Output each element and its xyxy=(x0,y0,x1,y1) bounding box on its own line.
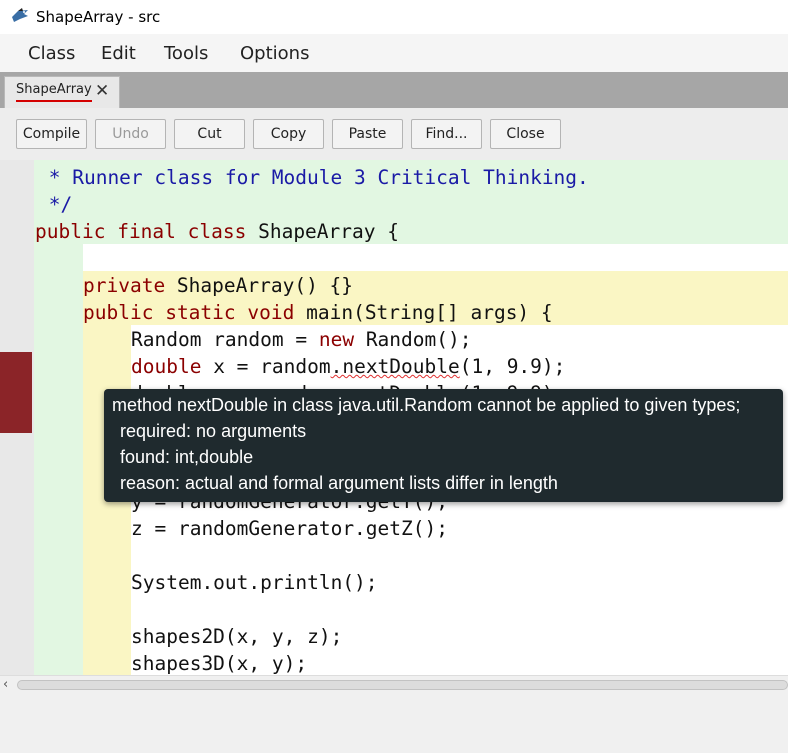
menu-tools[interactable]: Tools xyxy=(164,43,208,64)
code-line-get-z: z = randomGenerator.getZ(); xyxy=(131,517,448,540)
code-line-shapes3d: shapes3D(x, y); xyxy=(131,652,308,675)
tab-strip: ShapeArray ✕ xyxy=(0,72,788,108)
window-title: ShapeArray - src xyxy=(36,8,161,26)
menu-edit[interactable]: Edit xyxy=(101,43,136,64)
tooltip-found: found: int,double xyxy=(120,447,254,467)
tab-label: ShapeArray xyxy=(16,82,92,102)
tooltip-reason: reason: actual and formal argument lists… xyxy=(120,473,558,493)
code-line-main-decl: public static void main(String[] args) { xyxy=(83,301,553,324)
tooltip-required: required: no arguments xyxy=(120,421,307,441)
status-area xyxy=(0,694,788,753)
tab-shapearray[interactable]: ShapeArray ✕ xyxy=(4,76,120,108)
undo-button[interactable]: Undo xyxy=(95,119,166,149)
tooltip-message: method nextDouble in class java.util.Ran… xyxy=(112,395,741,415)
code-line-comment: * Runner class for Module 3 Critical Thi… xyxy=(37,166,589,189)
bluej-bird-icon xyxy=(12,8,28,22)
editor-toolbar: Compile Undo Cut Copy Paste Find... Clos… xyxy=(0,108,788,160)
close-button[interactable]: Close xyxy=(490,119,561,149)
code-line-random: Random random = new Random(); xyxy=(131,328,472,351)
error-underline: .nextDouble xyxy=(330,355,460,378)
code-line-double-x: double x = random.nextDouble(1, 9.9); xyxy=(131,355,566,378)
compile-button[interactable]: Compile xyxy=(16,119,87,149)
menu-class[interactable]: Class xyxy=(28,43,75,64)
copy-button[interactable]: Copy xyxy=(253,119,324,149)
paste-button[interactable]: Paste xyxy=(332,119,403,149)
code-line-comment-end: */ xyxy=(37,193,73,216)
compile-error-tooltip: method nextDouble in class java.util.Ran… xyxy=(104,389,783,502)
code-line-shapes2d: shapes2D(x, y, z); xyxy=(131,625,343,648)
close-tab-icon[interactable]: ✕ xyxy=(95,81,109,101)
cut-button[interactable]: Cut xyxy=(174,119,245,149)
code-line-println: System.out.println(); xyxy=(131,571,378,594)
find-button[interactable]: Find... xyxy=(411,119,482,149)
menu-options[interactable]: Options xyxy=(240,43,309,64)
scrollbar-thumb[interactable] xyxy=(17,680,788,690)
error-gutter-marker xyxy=(0,352,32,433)
horizontal-scrollbar[interactable]: ‹ xyxy=(0,675,788,694)
title-bar: ShapeArray - src xyxy=(0,0,788,34)
scroll-left-icon[interactable]: ‹ xyxy=(3,677,8,692)
menu-bar: Class Edit Tools Options xyxy=(0,34,788,72)
code-line-constructor: private ShapeArray() {} xyxy=(83,274,354,297)
code-line-class-decl: public final class ShapeArray { xyxy=(35,220,399,243)
